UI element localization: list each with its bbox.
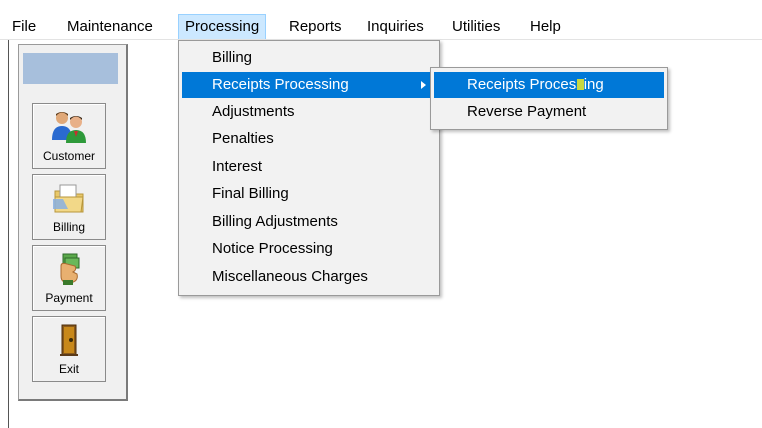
exit-door-icon — [60, 324, 78, 356]
exit-button[interactable]: Exit — [32, 316, 106, 382]
menu-item-notice-processing[interactable]: Notice Processing — [182, 236, 436, 262]
menu-item-billing[interactable]: Billing — [182, 45, 436, 71]
payment-money-icon — [60, 253, 80, 285]
menu-item-adjustments[interactable]: Adjustments — [182, 99, 436, 125]
window-left-edge — [8, 40, 9, 428]
menu-item-billing-adjustments[interactable]: Billing Adjustments — [182, 209, 436, 235]
menu-item-final-billing[interactable]: Final Billing — [182, 181, 436, 207]
menu-processing[interactable]: Processing — [178, 14, 267, 40]
payment-button-label: Payment — [45, 291, 93, 305]
menu-item-receipts-processing[interactable]: Receipts Processing — [182, 72, 436, 98]
customer-button[interactable]: Customer — [32, 103, 106, 169]
menu-inquiries[interactable]: Inquiries — [361, 14, 430, 40]
payment-button[interactable]: Payment — [32, 245, 106, 311]
menu-item-interest[interactable]: Interest — [182, 154, 436, 180]
menu-file[interactable]: File — [6, 14, 42, 40]
menu-item-penalties[interactable]: Penalties — [182, 126, 436, 152]
menu-item-miscellaneous-charges[interactable]: Miscellaneous Charges — [182, 264, 436, 290]
menu-reports[interactable]: Reports — [283, 14, 348, 40]
billing-folder-icon — [53, 184, 84, 213]
customer-button-label: Customer — [42, 149, 95, 163]
menu-maintenance[interactable]: Maintenance — [61, 14, 159, 40]
exit-button-label: Exit — [58, 362, 79, 376]
menu-bar: File Maintenance Processing Reports Inqu… — [0, 0, 762, 40]
toolbar-panel-header — [23, 53, 118, 84]
mouse-cursor-icon — [577, 79, 584, 90]
menu-item-receipts-processing-label: Receipts Processing — [212, 76, 349, 93]
submenu-item-reverse-payment[interactable]: Reverse Payment — [434, 99, 664, 125]
processing-menu: Billing Receipts Processing Adjustments … — [178, 40, 440, 296]
billing-button[interactable]: Billing — [32, 174, 106, 240]
customers-icon — [52, 112, 86, 143]
menu-help[interactable]: Help — [524, 14, 567, 40]
receipts-submenu: Receipts Processing Reverse Payment — [430, 67, 668, 130]
billing-button-label: Billing — [52, 220, 85, 234]
submenu-arrow-icon — [421, 81, 426, 89]
toolbar-panel: Customer Billing Payment Exit — [18, 44, 128, 401]
submenu-item-receipts-processing[interactable]: Receipts Processing — [434, 72, 664, 98]
menu-utilities[interactable]: Utilities — [446, 14, 506, 40]
